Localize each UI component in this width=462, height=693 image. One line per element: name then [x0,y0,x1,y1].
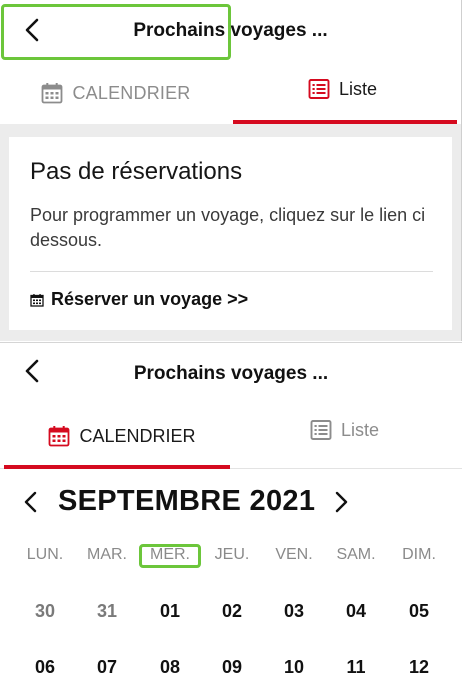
view-tabs: CALENDRIER Liste [0,62,461,124]
calendar-day[interactable]: 03 [263,601,325,622]
calendar-week-row: 30 31 01 02 03 04 05 [0,601,462,631]
top-header: Prochains voyages ... [0,0,461,62]
tab-liste-label: Liste [341,419,380,440]
calendar-day-outside-month[interactable]: 31 [76,601,138,622]
chevron-left-icon [24,491,37,513]
calendar-day[interactable]: 04 [325,601,387,622]
calendar-week-row: 06 07 08 09 10 11 12 [0,657,462,687]
calendar-small-icon [30,293,44,307]
calendar-day[interactable]: 12 [388,657,450,678]
card-divider [30,271,433,272]
chevron-right-icon [335,491,348,513]
bottom-header: Prochains voyages ... [0,343,462,405]
calendar-icon [42,83,63,104]
calendar-day[interactable]: 07 [76,657,138,678]
calendar-day[interactable]: 11 [325,657,387,678]
active-tab-indicator [4,465,230,469]
month-label: SEPTEMBRE 2021 [58,485,316,517]
tab-calendrier[interactable]: CALENDRIER [0,405,231,467]
calendar-icon [49,426,70,447]
month-navigation: SEPTEMBRE 2021 [0,481,462,525]
tab-calendrier[interactable]: CALENDRIER [0,62,231,124]
calendar-day[interactable]: 10 [263,657,325,678]
view-tabs: CALENDRIER Liste [0,405,462,469]
page-title: Prochains voyages ... [133,363,329,384]
list-view-screen: Prochains voyages ... CALENDRIER Liste P… [0,0,462,341]
active-tab-indicator [233,120,457,124]
calendar-day-outside-month[interactable]: 30 [14,601,76,622]
weekday-label: MER. [150,546,190,563]
previous-month-button[interactable] [20,489,42,515]
weekday-label: MAR. [87,546,127,563]
list-icon [310,420,332,440]
calendar-day[interactable]: 02 [201,601,263,622]
tab-liste[interactable]: Liste [231,58,461,120]
calendar-day[interactable]: 09 [201,657,263,678]
calendar-day[interactable]: 06 [14,657,76,678]
empty-state-title: Pas de réservations [30,158,243,185]
empty-state-card: Pas de réservations Pour programmer un v… [9,137,452,330]
weekday-label: JEU. [214,546,250,563]
calendar-day[interactable]: 08 [139,657,201,678]
calendar-day[interactable]: 01 [139,601,201,622]
tab-calendrier-label: CALENDRIER [79,425,196,446]
book-trip-link[interactable]: Réserver un voyage >> [30,289,248,310]
list-icon [308,79,330,99]
empty-state-text: Pour programmer un voyage, cliquez sur l… [30,205,426,250]
tab-calendrier-label: CALENDRIER [72,82,191,103]
weekday-label: LUN. [26,546,64,563]
book-trip-link-label: Réserver un voyage >> [51,289,249,309]
weekday-label: SAM. [336,546,376,563]
weekday-label: VEN. [275,546,313,563]
calendar-view-screen: Prochains voyages ... CALENDRIER Liste S… [0,342,462,693]
tab-liste[interactable]: Liste [231,399,462,461]
page-title: Prochains voyages ... [133,20,328,41]
tab-liste-label: Liste [339,78,378,99]
next-month-button[interactable] [330,489,352,515]
calendar-day[interactable]: 05 [388,601,450,622]
weekday-header: LUN. MAR. MER. JEU. VEN. SAM. DIM. [0,546,462,570]
weekday-label: DIM. [402,546,436,563]
